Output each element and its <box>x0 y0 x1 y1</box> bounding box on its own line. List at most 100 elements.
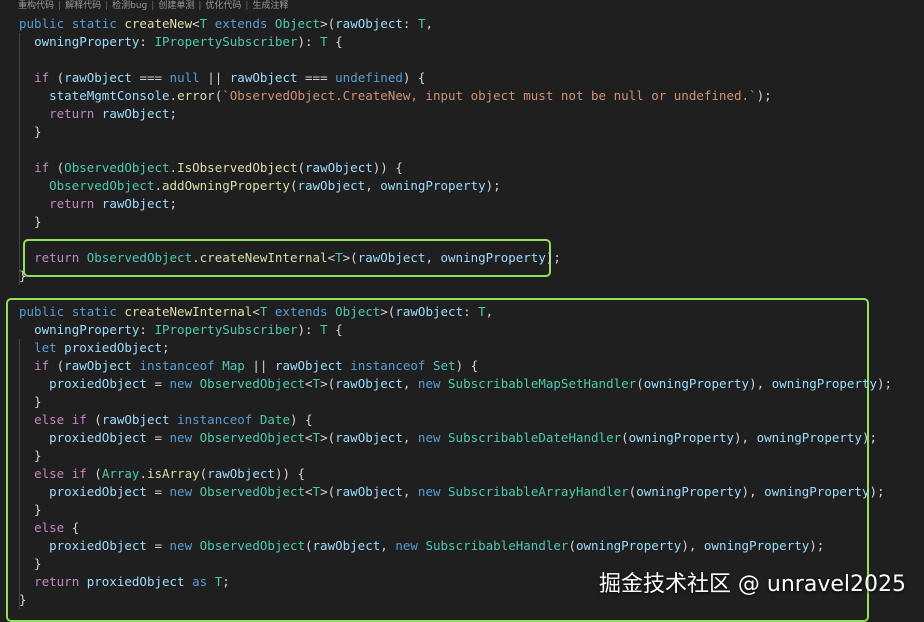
code-token: ) { <box>289 412 313 427</box>
code-token: rawObject <box>335 484 403 499</box>
code-token: ; <box>169 106 178 121</box>
code-token: )) { <box>372 160 403 175</box>
code-token: < <box>252 304 260 319</box>
code-line-18: owningProperty: IPropertySubscriber): T … <box>19 321 343 339</box>
code-token: { <box>335 322 343 337</box>
code-token: rawObject <box>101 106 170 121</box>
code-token: === <box>305 70 336 85</box>
toolbar-separator: | <box>151 1 155 11</box>
code-line-27: proxiedObject = new ObservedObject<T>(ra… <box>19 483 884 501</box>
code-line-14: return ObservedObject.createNewInternal<… <box>19 249 561 267</box>
code-line-32: return proxiedObject as T; <box>19 573 230 591</box>
code-token: rawObject <box>395 304 464 319</box>
code-token: owningProperty <box>771 376 878 391</box>
code-token: >( <box>320 430 336 445</box>
code-token: ObservedObject <box>64 160 170 175</box>
code-token: new <box>417 376 449 391</box>
code-token: new <box>395 538 426 553</box>
toolbar-action-5[interactable]: 生成注释 <box>252 1 288 11</box>
code-line-5: stateMgmtConsole.error(`ObservedObject.C… <box>19 87 772 105</box>
code-token: rawObject <box>64 358 140 373</box>
code-token: ); <box>877 376 893 391</box>
code-token: owningProperty <box>34 322 140 337</box>
code-token: ), <box>734 430 757 445</box>
code-token: ObservedObject <box>199 484 305 499</box>
code-token: . <box>154 178 162 193</box>
code-token: T <box>335 250 343 265</box>
code-token: , <box>485 304 494 319</box>
code-line-31: } <box>19 555 42 573</box>
code-token: , <box>402 376 418 391</box>
code-token: >( <box>320 484 336 499</box>
code-line-24: proxiedObject = new ObservedObject<T>(ra… <box>19 429 877 447</box>
code-token: new <box>169 484 200 499</box>
code-token: rawObject <box>207 466 275 481</box>
code-token: else if <box>34 466 95 481</box>
code-token: SubscribableDateHandler <box>448 430 622 445</box>
toolbar-action-0[interactable]: 重构代码 <box>18 1 54 11</box>
code-token: , <box>380 538 396 553</box>
code-token: undefined <box>335 70 403 85</box>
code-token: || <box>207 70 230 85</box>
code-token: owningProperty <box>636 484 742 499</box>
code-token: ; <box>162 340 170 355</box>
code-token: ), <box>741 484 765 499</box>
code-token: ( <box>636 376 644 391</box>
code-line-28: } <box>19 501 42 519</box>
code-token: = <box>154 430 170 445</box>
code-token: } <box>19 268 27 283</box>
code-token: owningProperty <box>34 34 140 49</box>
code-token: : <box>139 322 155 337</box>
code-token: ): <box>297 34 321 49</box>
code-token: { <box>71 520 80 535</box>
code-line-21: proxiedObject = new ObservedObject<T>(ra… <box>19 375 892 393</box>
code-token: return <box>34 574 87 589</box>
toolbar-action-4[interactable]: 优化代码 <box>205 1 241 11</box>
code-token: owningProperty <box>380 178 486 193</box>
code-token: return <box>34 250 87 265</box>
code-token: , <box>402 484 418 499</box>
code-token: ); <box>485 178 501 193</box>
code-token: static <box>71 304 125 319</box>
code-token: ObservedObject <box>86 250 193 265</box>
code-token: ( <box>94 412 102 427</box>
toolbar-action-2[interactable]: 检测bug <box>112 1 147 11</box>
code-token: } <box>19 592 27 607</box>
code-token: ); <box>861 430 878 445</box>
code-token: null <box>169 70 208 85</box>
toolbar-action-3[interactable]: 创建单测 <box>158 1 194 11</box>
code-token: ( <box>305 538 313 553</box>
code-token: IsObservedObject <box>177 160 298 175</box>
code-token: owningProperty <box>764 484 870 499</box>
ai-code-actions-toolbar: 重构代码 | 解释代码 | 检测bug | 创建单测 | 优化代码 | 生成注释 <box>0 0 924 13</box>
code-line-10: ObservedObject.addOwningProperty(rawObje… <box>19 177 501 195</box>
code-token: SubscribableHandler <box>425 538 569 553</box>
code-token: owningProperty <box>703 538 810 553</box>
code-token: = <box>154 376 170 391</box>
code-token: T <box>320 34 336 49</box>
code-token: >( <box>380 304 396 319</box>
code-line-2: owningProperty: IPropertySubscriber): T … <box>19 33 343 51</box>
code-token: owningProperty <box>440 250 546 265</box>
code-line-7: } <box>19 123 42 141</box>
code-token: >( <box>320 16 336 31</box>
code-token: T <box>312 430 321 445</box>
code-line-15: } <box>19 267 27 285</box>
code-token: `ObservedObject.CreateNew, input object … <box>222 88 757 103</box>
code-line-29: else { <box>19 519 79 537</box>
toolbar-action-1[interactable]: 解释代码 <box>65 1 101 11</box>
code-token: rawObject <box>101 196 170 211</box>
code-token: ObservedObject <box>199 376 305 391</box>
code-token: >( <box>342 250 358 265</box>
code-token: extends <box>214 16 275 31</box>
